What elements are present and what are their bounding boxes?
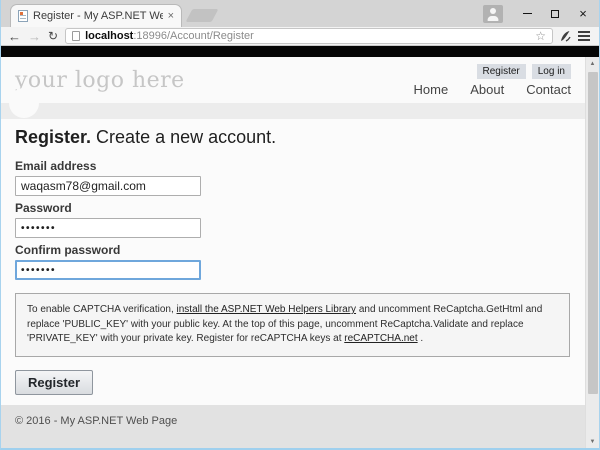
page-content: your logo here Register Log in Home Abou… [1,57,585,448]
new-tab-button[interactable] [185,9,219,22]
page-top-black-bar [1,46,599,57]
close-icon: × [579,6,587,21]
site-header: your logo here Register Log in Home Abou… [1,57,585,103]
maximize-icon [551,9,559,18]
tab-favicon-icon [18,10,28,22]
captcha-text: . [417,333,424,344]
header-notch [9,88,39,118]
confirm-password-input[interactable] [15,260,201,280]
page-viewport: your logo here Register Log in Home Abou… [1,46,599,448]
site-logo: your logo here [15,68,185,93]
extension-icon[interactable] [560,30,571,42]
profile-button[interactable] [483,4,503,23]
page-title: Register. Create a new account. [15,127,277,147]
minimize-icon [522,13,532,14]
page-icon [72,31,81,41]
email-input[interactable] [15,176,201,196]
url-text[interactable]: localhost:18996/Account/Register [85,30,530,42]
person-icon [490,7,496,14]
confirm-password-label: Confirm password [15,243,121,257]
captcha-text: To enable CAPTCHA verification, [27,304,177,315]
header-band [1,88,585,119]
close-button[interactable]: × [569,3,597,25]
browser-window: Register - My ASP.NET We × × ← → ↻ local… [0,0,600,450]
bookmark-star-icon[interactable]: ☆ [535,30,546,42]
forward-button[interactable]: → [28,30,41,43]
auth-buttons: Register Log in [476,64,571,79]
browser-toolbar: ← → ↻ localhost:18996/Account/Register ☆ [1,27,599,46]
nav-home[interactable]: Home [414,82,449,97]
reload-button[interactable]: ↻ [48,30,58,42]
password-input[interactable] [15,218,201,238]
register-submit-button[interactable]: Register [15,369,94,395]
copyright-text: © 2016 - My ASP.NET Web Page [15,415,178,427]
browser-tab[interactable]: Register - My ASP.NET We × [10,4,182,27]
main-nav: Home About Contact [414,82,571,97]
scroll-up-icon[interactable]: ▲ [586,57,599,70]
recaptcha-link[interactable]: reCAPTCHA.net [344,333,417,344]
scrollbar-thumb[interactable] [587,72,598,394]
minimize-button[interactable] [513,3,541,25]
nav-about[interactable]: About [470,82,504,97]
header-login-link[interactable]: Log in [531,64,571,79]
url-path: :18996/Account/Register [133,30,254,42]
tab-close-icon[interactable]: × [168,10,174,22]
window-controls: × [483,0,597,27]
browser-titlebar: Register - My ASP.NET We × × [1,0,599,27]
header-register-link[interactable]: Register [476,64,526,79]
captcha-notice: To enable CAPTCHA verification, install … [15,293,570,357]
password-label: Password [15,201,72,215]
header-right: Register Log in Home About Contact [414,57,571,103]
email-label: Email address [15,159,97,173]
vertical-scrollbar[interactable]: ▲ ▼ [585,57,599,448]
nav-contact[interactable]: Contact [526,82,571,97]
web-helpers-link[interactable]: install the ASP.NET Web Helpers Library [177,304,357,315]
maximize-button[interactable] [541,3,569,25]
site-footer: © 2016 - My ASP.NET Web Page [1,405,585,448]
scroll-down-icon[interactable]: ▼ [586,435,599,448]
register-form-section: Register. Create a new account. Email ad… [1,119,585,405]
url-host: localhost [85,30,134,42]
back-button[interactable]: ← [8,30,21,43]
menu-icon[interactable] [578,31,590,41]
tab-title: Register - My ASP.NET We [33,10,163,22]
address-bar[interactable]: localhost:18996/Account/Register ☆ [65,28,553,44]
